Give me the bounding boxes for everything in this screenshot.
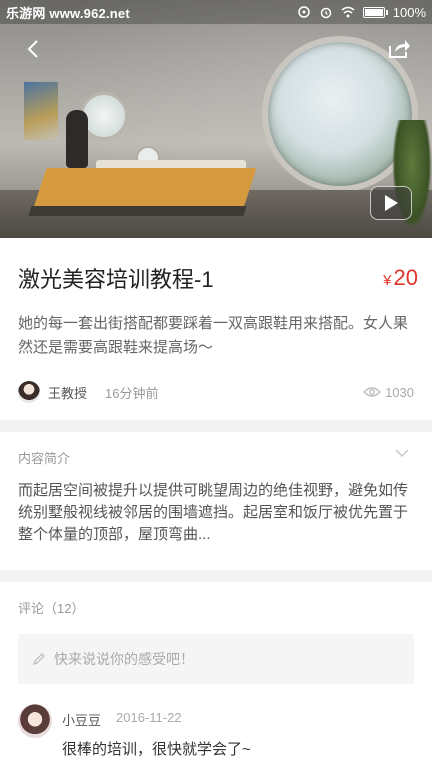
author-avatar[interactable] (18, 381, 40, 403)
comments-label: 评论（12） (18, 601, 85, 616)
person-figure (66, 110, 88, 168)
back-button[interactable] (18, 34, 48, 64)
expand-intro-button[interactable] (394, 446, 410, 458)
section-divider (0, 420, 432, 432)
cover-image (0, 0, 432, 238)
play-video-button[interactable] (370, 186, 412, 220)
alarm-icon (320, 7, 331, 19)
status-icons: 100% (297, 5, 426, 20)
battery-icon (362, 6, 388, 18)
author-meta: 王教授 16分钟前 1030 (18, 378, 414, 406)
author-name[interactable]: 王教授 (48, 383, 87, 402)
price-value: 20 (393, 265, 418, 290)
comment-placeholder: 快来说说你的感受吧！ (54, 651, 194, 667)
view-count-value: 1030 (385, 384, 414, 400)
course-title: 激光美容培训教程-1 (18, 267, 214, 292)
comment-text: 很棒的培训，很快就学会了~ (62, 741, 251, 758)
bed (33, 168, 257, 208)
view-count: 1030 (363, 385, 414, 400)
wall-painting (24, 82, 58, 140)
post-time: 16分钟前 (105, 385, 159, 401)
status-bar: 乐游网 www.962.net 100% (0, 0, 432, 24)
wifi-icon (341, 6, 355, 18)
status-site-label: 乐游网 www.962.net (6, 5, 130, 21)
bed-base (28, 206, 247, 216)
eye-icon (363, 387, 381, 397)
title-row: 激光美容培训教程-1 ¥ 20 (18, 262, 418, 294)
share-icon (389, 40, 410, 58)
back-arrow-icon (27, 40, 38, 58)
comment-input[interactable]: 快来说说你的感受吧！ (18, 634, 414, 684)
play-icon (385, 195, 398, 211)
battery-fill (364, 8, 383, 16)
pencil-icon (33, 653, 45, 665)
intro-text: 而起居空间被提升以提供可眺望周边的绝佳视野，避免如传统别墅般视线被邻居的围墙遮挡… (18, 482, 409, 543)
battery-percent: 100% (392, 4, 426, 20)
comment-date: 2016-11-22 (116, 710, 182, 725)
intro-label: 内容简介 (18, 451, 71, 466)
share-button[interactable] (384, 34, 414, 64)
chevron-down-icon (395, 449, 409, 458)
price-currency: ¥ (383, 272, 392, 289)
section-divider (0, 570, 432, 582)
sync-icon (298, 6, 310, 18)
course-description: 她的每一套出街搭配都要踩着一双高跟鞋用来搭配。女人果然还是需要高跟鞋来提高场～ (18, 315, 409, 356)
commenter-name[interactable]: 小豆豆 (62, 710, 101, 729)
price: ¥ 20 (383, 265, 418, 291)
commenter-avatar[interactable] (18, 704, 52, 738)
